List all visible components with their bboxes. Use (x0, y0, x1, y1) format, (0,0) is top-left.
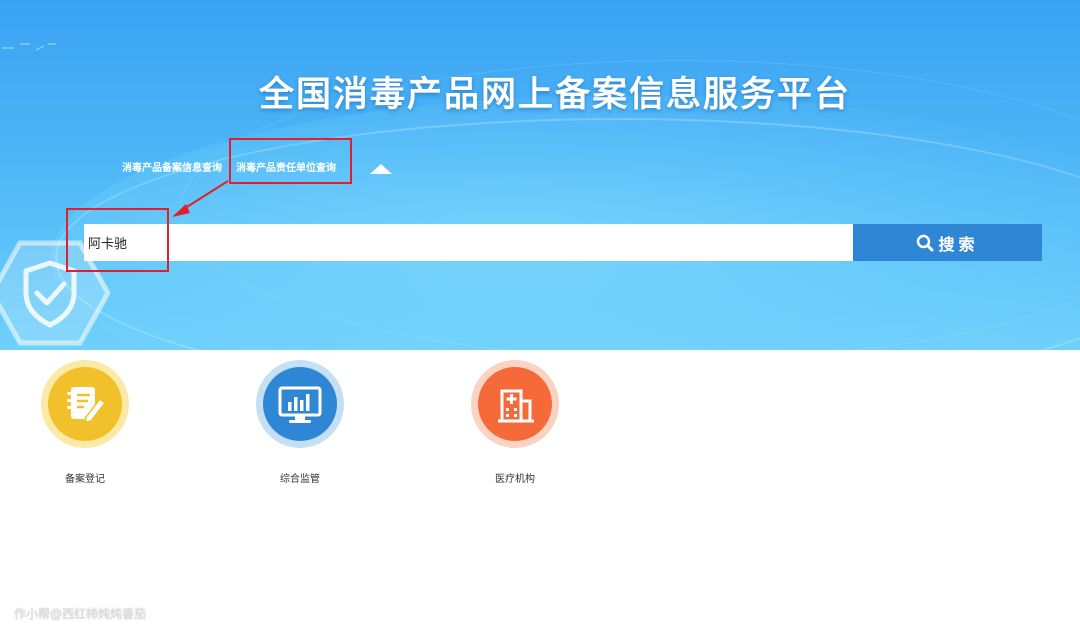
annotation-box-tab (229, 138, 352, 184)
feature-register-badge (48, 367, 122, 441)
feature-hospital[interactable]: 医疗机构 (470, 360, 560, 485)
watermark: 作小帮@西红柿炖炖番茄 (14, 607, 147, 621)
monitor-chart-icon (278, 386, 322, 423)
page: 全国消毒产品网上备案信息服务平台 消毒产品备案信息查询 消毒产品责任单位查询 搜… (0, 0, 1080, 637)
register-notepad-icon (67, 387, 107, 423)
feature-supervision-badge (263, 367, 337, 441)
feature-supervision[interactable]: 综合监管 (255, 360, 345, 485)
tab-product-record-query[interactable]: 消毒产品备案信息查询 (122, 159, 222, 174)
feature-register[interactable]: 备案登记 (40, 360, 130, 485)
feature-hospital-ring (471, 360, 559, 448)
feature-supervision-label: 综合监管 (280, 474, 320, 485)
decorative-dash-icon (2, 43, 56, 51)
feature-register-label: 备案登记 (65, 474, 105, 485)
hospital-icon (498, 389, 534, 423)
feature-hospital-badge (478, 367, 552, 441)
feature-register-ring (41, 360, 129, 448)
annotation-arrow-icon (172, 180, 229, 217)
hero-banner: 全国消毒产品网上备案信息服务平台 消毒产品备案信息查询 消毒产品责任单位查询 搜… (0, 0, 1080, 350)
search-input[interactable] (84, 224, 854, 261)
search-icon (917, 234, 934, 251)
search-button[interactable]: 搜索 (853, 224, 1042, 261)
feature-hospital-label: 医疗机构 (495, 474, 535, 485)
search-button-label: 搜索 (938, 234, 979, 254)
feature-supervision-ring (256, 360, 344, 448)
active-tab-caret (370, 164, 392, 174)
annotation-box-input (66, 208, 169, 272)
site-title: 全国消毒产品网上备案信息服务平台 (258, 75, 851, 115)
